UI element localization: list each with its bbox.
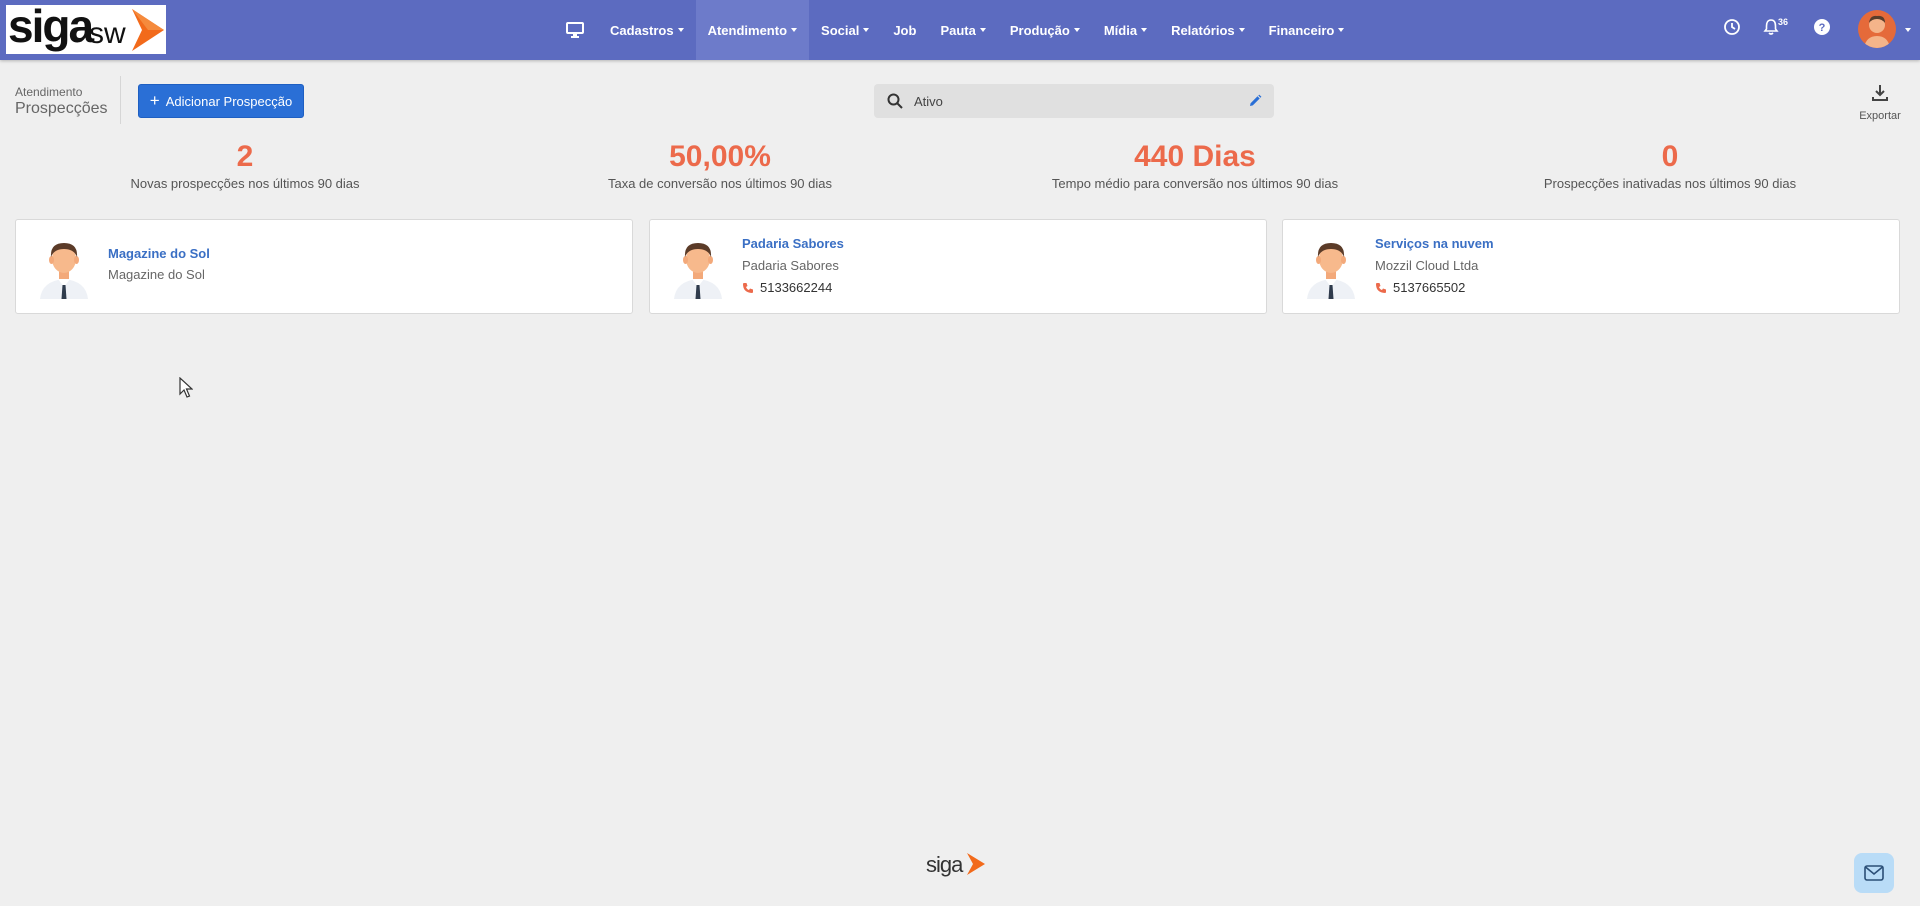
logo-arrow-icon [132, 9, 164, 51]
stat-value: 0 [1661, 140, 1679, 173]
prospect-name-link[interactable]: Padaria Sabores [742, 236, 844, 251]
caret-down-icon [979, 28, 986, 32]
nav-midia[interactable]: Mídia [1092, 0, 1159, 60]
stat-label: Novas prospecções nos últimos 90 dias [130, 176, 360, 191]
plus-icon: + [149, 90, 160, 110]
stat-conversion-rate: 50,00% Taxa de conversão nos últimos 90 … [575, 140, 865, 191]
edit-icon[interactable] [1248, 94, 1262, 108]
phone-number: 5133662244 [760, 280, 833, 295]
stat-value: 2 [236, 140, 254, 173]
nav-label: Pauta [940, 22, 976, 38]
clock-icon[interactable] [1723, 18, 1741, 36]
add-button-label: Adicionar Prospecção [165, 93, 293, 109]
caret-down-icon [1238, 28, 1245, 32]
caret-down-icon [677, 28, 684, 32]
nav-label: Atendimento [707, 22, 788, 38]
caret-down-icon [1338, 28, 1345, 32]
prospect-phone[interactable]: 5133662244 [742, 280, 832, 295]
message-button[interactable] [1854, 853, 1894, 893]
desktop-icon[interactable] [552, 0, 598, 60]
person-avatar [1303, 235, 1359, 299]
search-icon [887, 93, 903, 109]
main-nav: Cadastros Atendimento Social Job Pauta P… [552, 0, 1356, 60]
nav-label: Produção [1009, 22, 1070, 38]
stat-value: 50,00% [669, 140, 771, 173]
export-button[interactable]: Exportar [1850, 84, 1910, 122]
notification-count: 36 [1778, 17, 1789, 27]
siga-logo[interactable]: siga sw [6, 5, 166, 54]
nav-pauta[interactable]: Pauta [928, 0, 997, 60]
nav-cadastros[interactable]: Cadastros [598, 0, 696, 60]
divider [120, 76, 121, 124]
footer-logo: siga [926, 852, 987, 878]
top-navbar: siga sw Cadastros Atendimento Social Job… [0, 0, 1920, 60]
stat-new-prospects: 2 Novas prospecções nos últimos 90 dias [100, 140, 390, 191]
stat-value: 440 Dias [1134, 140, 1256, 173]
nav-social[interactable]: Social [809, 0, 881, 60]
stat-label: Tempo médio para conversão nos últimos 9… [1051, 176, 1339, 191]
nav-label: Social [821, 22, 860, 38]
prospect-card[interactable]: Magazine do Sol Magazine do Sol [15, 219, 633, 314]
caret-down-icon[interactable] [1905, 28, 1911, 32]
search-filter[interactable]: Ativo [874, 84, 1274, 118]
prospect-company: Padaria Sabores [742, 258, 839, 273]
nav-job[interactable]: Job [881, 0, 928, 60]
nav-label: Cadastros [610, 22, 674, 38]
mouse-cursor-icon [179, 377, 193, 398]
caret-down-icon [863, 28, 870, 32]
person-avatar [670, 235, 726, 299]
nav-financeiro[interactable]: Financeiro [1257, 0, 1357, 60]
logo-arrow-icon [966, 853, 985, 875]
page-title: Prospecções [15, 100, 108, 117]
prospect-company: Magazine do Sol [108, 267, 205, 282]
export-label: Exportar [1859, 110, 1901, 122]
stat-avg-conversion-time: 440 Dias Tempo médio para conversão nos … [1030, 140, 1360, 191]
download-icon [1872, 85, 1888, 101]
prospect-company: Mozzil Cloud Ltda [1375, 258, 1479, 273]
phone-number: 5137665502 [1393, 280, 1466, 295]
breadcrumb-parent[interactable]: Atendimento [15, 85, 82, 99]
prospect-name-link[interactable]: Magazine do Sol [108, 246, 210, 261]
prospect-card[interactable]: Padaria Sabores Padaria Sabores 51336622… [649, 219, 1267, 314]
mail-icon [1864, 865, 1884, 881]
search-value: Ativo [914, 94, 943, 109]
stat-label: Prospecções inativadas nos últimos 90 di… [1543, 176, 1797, 191]
phone-icon [1376, 282, 1386, 293]
logo-suffix: sw [89, 17, 126, 50]
logo-text: siga [8, 5, 94, 52]
phone-icon [743, 282, 753, 293]
prospect-name-link[interactable]: Serviços na nuvem [1375, 236, 1494, 251]
stat-inactivated-prospects: 0 Prospecções inativadas nos últimos 90 … [1520, 140, 1820, 191]
person-avatar [36, 235, 92, 299]
nav-label: Job [893, 22, 917, 38]
nav-relatorios[interactable]: Relatórios [1159, 0, 1257, 60]
svg-text:?: ? [1819, 22, 1826, 34]
prospect-phone[interactable]: 5137665502 [1375, 280, 1465, 295]
nav-atendimento[interactable]: Atendimento [695, 0, 810, 60]
caret-down-icon [1141, 28, 1148, 32]
nav-label: Mídia [1103, 22, 1138, 38]
nav-label: Relatórios [1171, 22, 1235, 38]
nav-label: Financeiro [1268, 22, 1335, 38]
caret-down-icon [1073, 28, 1080, 32]
user-avatar[interactable] [1858, 10, 1896, 48]
footer-logo-text: siga [926, 852, 963, 877]
add-prospect-button[interactable]: + Adicionar Prospecção [138, 84, 304, 118]
caret-down-icon [791, 28, 798, 32]
help-icon[interactable]: ? [1813, 18, 1831, 36]
stat-label: Taxa de conversão nos últimos 90 dias [607, 176, 832, 191]
prospect-card[interactable]: Serviços na nuvem Mozzil Cloud Ltda 5137… [1282, 219, 1900, 314]
nav-producao[interactable]: Produção [998, 0, 1092, 60]
